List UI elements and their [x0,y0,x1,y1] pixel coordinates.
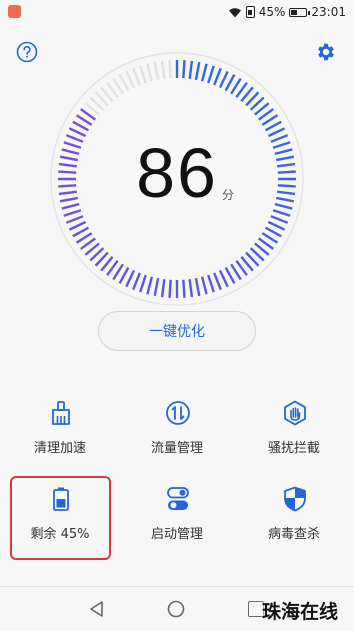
dial-tick [224,74,236,92]
hand-block-icon [284,400,306,426]
dial-tick [118,266,130,284]
score-value: 86 [136,134,218,212]
tool-label: 流量管理 [150,441,203,456]
home-icon[interactable] [167,600,185,618]
dial-tick [182,60,186,79]
dial-tick [207,274,215,293]
dial-tick [118,74,130,92]
dial-tick [267,127,286,138]
wifi-icon [228,7,241,17]
dial-tick [153,61,160,81]
dial-tick [200,276,208,295]
dial-tick [139,274,147,293]
shield-icon [284,486,306,512]
tool-label: 清理加速 [33,441,86,456]
tool-harass-block[interactable]: 骚扰拦截 [235,386,353,472]
dial-tick [194,61,201,81]
toggle-icon [167,487,189,510]
tool-data-traffic[interactable]: 流量管理 [118,386,236,472]
clock: 23:01 [311,5,346,19]
gear-icon[interactable] [315,41,337,63]
dial-tick [125,269,136,288]
dial-tick [270,215,289,224]
dial-tick [72,226,90,238]
optimize-button[interactable]: 一键优化 [98,311,256,351]
dial-tick [146,63,154,82]
tool-virus-scan[interactable]: 病毒查杀 [235,472,353,558]
dial-tick [125,70,136,89]
data-traffic-icon [166,401,190,425]
dial-tick [194,277,201,297]
dial-tick [213,67,222,86]
status-bar: 45% 23:01 [0,0,354,24]
dial-tick [146,276,154,295]
score-unit: 分 [222,188,235,202]
dial-tick [132,67,141,86]
dial-tick [153,277,160,297]
battery-percent: 45% [258,5,286,19]
tool-label: 病毒查杀 [267,527,320,542]
dial-tick [218,269,229,288]
dial-tick [272,209,291,217]
dial-tick [160,60,166,79]
dial-tick [68,127,87,138]
tool-clean-speedup[interactable]: 清理加速 [1,386,119,472]
dial-tick [200,63,208,82]
dial-tick [218,70,229,89]
dial-tick [168,60,172,79]
broom-icon [52,401,70,425]
dial-tick [224,266,236,284]
dial-tick [139,65,147,84]
back-icon[interactable] [88,600,106,618]
tool-label: 启动管理 [150,527,203,542]
dial-tick [213,272,222,291]
dial-tick [188,279,194,298]
dial-tick [207,65,215,84]
dial-tick [264,120,282,132]
notification-app-icon [8,5,21,18]
sim-card-icon [245,6,255,18]
dial-tick [264,226,282,238]
dial-tick [63,209,82,217]
battery-status-icon [289,7,311,17]
tool-label: 骚扰拦截 [267,441,320,456]
dial-tick [160,279,166,298]
dial-tick [72,120,90,132]
highlight-box [10,476,111,560]
watermark-text: 珠海在线 [262,601,339,623]
dial-tick [188,60,194,79]
dial-tick [182,279,186,298]
dial-tick [168,279,172,298]
tool-startup-manager[interactable]: 启动管理 [118,472,236,558]
help-icon[interactable] [16,41,38,63]
dial-tick [267,220,286,231]
dial-tick [65,215,84,224]
dial-tick [68,220,87,231]
dial-tick [132,272,141,291]
